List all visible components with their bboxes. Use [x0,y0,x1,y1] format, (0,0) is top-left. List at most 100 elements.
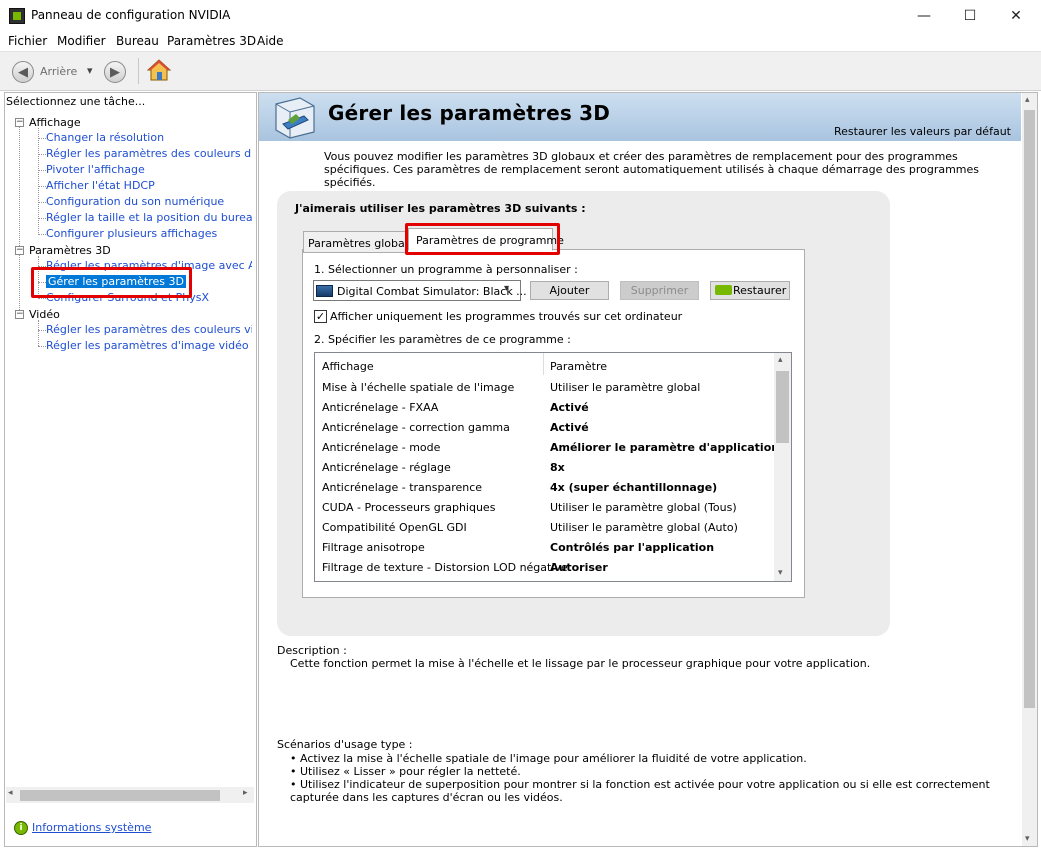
tree-line [38,330,46,331]
usage-line: capturée dans les captures d'écran ou le… [290,791,563,804]
settings-row[interactable]: Filtrage de texture - Distorsion LOD nég… [315,559,773,579]
menu-fichier[interactable]: Fichier [8,34,47,48]
settings-row[interactable]: Anticrénelage - FXAA Activé [315,399,773,419]
back-history-dropdown-icon[interactable]: ▾ [87,64,93,77]
list-scrollbar-thumb[interactable] [776,371,789,443]
settings-row[interactable]: Mise à l'échelle spatiale de l'image Util… [315,379,773,399]
menu-bureau[interactable]: Bureau [116,34,159,48]
tree-line [38,298,46,299]
menu-aide[interactable]: Aide [257,34,284,48]
tree-item-taille-position-bureau[interactable]: Régler la taille et la position du burea… [46,211,252,224]
description-text: Cette fonction permet la mise à l'échell… [290,657,871,670]
add-program-button[interactable]: Ajouter [530,281,609,300]
settings-row[interactable]: Compatibilité OpenGL GDI Utiliser le para… [315,519,773,539]
scroll-left-icon[interactable]: ◂ [8,788,13,798]
setting-value: Activé [550,421,589,434]
list-scroll-up-icon[interactable]: ▴ [778,355,783,365]
minimize-button[interactable]: — [901,0,947,31]
tree-item-couleurs-video[interactable]: Régler les paramètres des couleurs vidéo [46,323,252,336]
setting-value: 8x [550,461,565,474]
system-info-link[interactable]: Informations système [32,821,151,834]
tree-item-plusieurs-affichages[interactable]: Configurer plusieurs affichages [46,227,252,240]
collapse-toggle-icon[interactable]: − [15,310,24,319]
collapse-toggle-icon[interactable]: − [15,118,24,127]
setting-feature: Compatibilité OpenGL GDI [322,521,467,534]
task-panel-header: Sélectionnez une tâche... [6,95,146,108]
close-button[interactable]: ✕ [993,0,1039,31]
settings-row[interactable]: Anticrénelage - mode Améliorer le paramèt… [315,439,779,459]
setting-value: Utiliser le paramètre global [550,381,701,394]
step2-label: 2. Spécifier les paramètres de ce progra… [314,333,571,346]
forward-arrow-icon[interactable]: ▶ [104,61,126,83]
setting-value: 4x (super échantillonnage) [550,481,718,494]
step1-label: 1. Sélectionner un programme à personnal… [314,263,578,276]
setting-value: Améliorer le paramètre d'application [550,441,780,454]
column-separator[interactable] [543,353,544,375]
settings-row[interactable]: Anticrénelage - transparence 4x (super éc… [315,479,773,499]
setting-feature: CUDA - Processeurs graphiques [322,501,496,514]
program-icon [316,285,333,297]
tree-section-affichage[interactable]: Affichage [29,116,81,129]
maximize-button[interactable]: ☐ [947,0,993,31]
back-arrow-icon[interactable]: ◀ [12,61,34,83]
setting-value: Autoriser [550,561,608,574]
scroll-down-icon[interactable]: ▾ [1025,834,1030,844]
left-scrollbar-thumb[interactable] [20,790,220,801]
setting-value: Contrôlés par l'application [550,541,715,554]
show-found-programs-checkbox[interactable]: ✓ [314,310,327,323]
tree-item-changer-resolution[interactable]: Changer la résolution [46,131,252,144]
chevron-down-icon[interactable]: ▾ [504,283,509,294]
settings-row[interactable]: Filtrage anisotrope Contrôlés par l'appli… [315,539,773,559]
menu-modifier[interactable]: Modifier [57,34,106,48]
setting-value: Utiliser le paramètre global (Tous) [550,501,737,514]
tree-line [38,234,46,235]
usage-line: • Utilisez l'indicateur de superposition… [290,778,990,791]
restore-defaults-link[interactable]: Restaurer les valeurs par défaut [834,125,1011,138]
tree-item-pivoter-affichage[interactable]: Pivoter l'affichage [46,163,252,176]
tree-section-video[interactable]: Vidéo [29,308,60,321]
show-found-programs-label[interactable]: Afficher uniquement les programmes trouv… [330,310,682,323]
column-header-setting[interactable]: Paramètre [550,360,607,373]
menu-parametres-3d[interactable]: Paramètres 3D [167,34,256,48]
settings-row[interactable]: Anticrénelage - correction gamma Activé [315,419,773,439]
usage-label: Scénarios d'usage type : [277,738,413,751]
tree-line [38,218,46,219]
tree-line [19,126,20,316]
page-intro-text: Vous pouvez modifier les paramètres 3D g… [324,150,980,189]
scroll-up-icon[interactable]: ▴ [1025,95,1030,105]
page-title: Gérer les paramètres 3D [328,101,611,125]
tree-line [38,346,46,347]
tree-section-parametres-3d[interactable]: Paramètres 3D [29,244,111,257]
setting-feature: Filtrage anisotrope [322,541,425,554]
collapse-toggle-icon[interactable]: − [15,246,24,255]
tree-item-etat-hdcp[interactable]: Afficher l'état HDCP [46,179,252,192]
settings-row[interactable]: CUDA - Processeurs graphiques Utiliser le… [315,499,773,519]
usage-line: • Utilisez « Lisser » pour régler la net… [290,765,521,778]
setting-feature: Anticrénelage - mode [322,441,441,454]
tree-item-son-numerique[interactable]: Configuration du son numérique [46,195,252,208]
system-info-icon[interactable]: i [14,821,28,835]
scroll-right-icon[interactable]: ▸ [243,788,248,798]
setting-feature: Mise à l'échelle spatiale de l'image [322,381,515,394]
setting-feature: Anticrénelage - réglage [322,461,451,474]
highlight-annotation [405,223,560,255]
tree-item-image-video[interactable]: Régler les paramètres d'image vidéo [46,339,252,352]
settings-row[interactable]: Anticrénelage - réglage 8x [315,459,773,479]
tab-parametres-globaux[interactable]: Paramètres globaux [303,231,418,253]
home-icon[interactable] [147,58,171,82]
description-label: Description : [277,644,347,657]
highlight-annotation [31,267,192,298]
tree-line [38,138,46,139]
program-select-value[interactable]: Digital Combat Simulator: Black ... [337,285,527,298]
3d-settings-icon [275,97,315,139]
tree-line [38,186,46,187]
nvidia-logo-icon [715,285,732,295]
back-button-label[interactable]: Arrière [40,65,77,78]
tree-line [38,320,39,346]
content-scrollbar-thumb[interactable] [1024,110,1035,708]
tree-item-couleurs-bureau[interactable]: Régler les paramètres des couleurs du bu… [46,147,252,160]
list-scroll-down-icon[interactable]: ▾ [778,568,783,578]
delete-program-button[interactable]: Supprimer [620,281,699,300]
setting-feature: Filtrage de texture - Distorsion LOD nég… [322,561,568,574]
column-header-feature[interactable]: Affichage [322,360,374,373]
